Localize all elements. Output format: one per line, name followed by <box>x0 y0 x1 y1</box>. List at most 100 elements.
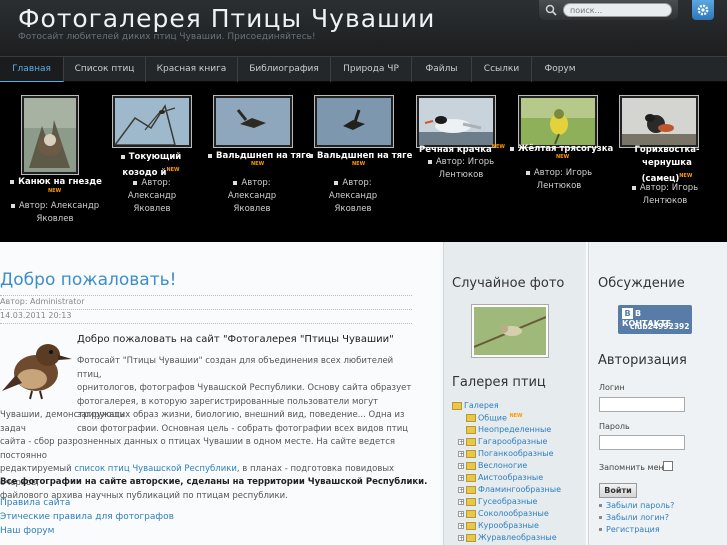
expand-icon[interactable]: + <box>458 450 464 457</box>
bird-illustration <box>2 344 72 400</box>
photo-thumb[interactable] <box>213 95 293 148</box>
nav-links[interactable]: Ссылки <box>472 57 532 82</box>
forgot-login-link[interactable]: Забыли логин? <box>599 513 669 522</box>
expand-icon[interactable]: + <box>458 534 464 541</box>
tree-item[interactable]: + Гусеобразные <box>458 497 537 506</box>
settings-button[interactable] <box>692 0 714 20</box>
rules-link[interactable]: Правила сайта <box>0 498 70 508</box>
expand-icon[interactable]: + <box>458 522 464 529</box>
bullet-icon <box>10 203 15 208</box>
photo-author: Автор: Александр Яковлев <box>227 178 277 214</box>
folder-icon <box>466 461 476 470</box>
register-link[interactable]: Регистрация <box>599 525 660 534</box>
divider <box>0 309 412 310</box>
tree-item[interactable]: + Журавлеобразные <box>458 533 557 542</box>
site-subtitle: Фотосайт любителей диких птиц Чувашии. П… <box>18 32 316 42</box>
tree-item[interactable]: + Аистообразные <box>458 473 543 482</box>
bullet-icon <box>133 180 138 185</box>
search-icon[interactable] <box>544 3 558 17</box>
expand-icon[interactable]: + <box>458 462 464 469</box>
remember-checkbox[interactable] <box>663 461 673 471</box>
photo-title[interactable]: Горихвостка-чернушка (самец)NEW <box>622 144 712 186</box>
photo-author: Автор: Александр Яковлев <box>10 200 100 226</box>
photo-title[interactable]: Канюк на гнезде <box>6 177 106 187</box>
login-button[interactable]: Войти <box>599 483 637 498</box>
folder-icon <box>466 437 476 446</box>
bullet-icon <box>631 185 636 190</box>
bullet-icon <box>233 180 238 185</box>
folder-icon <box>466 414 476 423</box>
nav-home[interactable]: Главная <box>0 57 64 82</box>
photo-thumb[interactable] <box>518 95 598 148</box>
site-title[interactable]: Фотогалерея Птицы Чувашии <box>18 4 435 33</box>
bullet-icon <box>120 154 125 159</box>
bullet-icon <box>599 528 602 531</box>
discussion-title: Обсуждение <box>598 276 685 291</box>
expand-icon[interactable]: + <box>458 510 464 517</box>
tree-item[interactable]: Неопределенные <box>466 425 551 434</box>
forum-link[interactable]: Наш форум <box>0 526 54 536</box>
forgot-password-link[interactable]: Забыли пароль? <box>599 501 674 510</box>
article-author: Автор: Administrator <box>0 297 85 306</box>
site-header: Фотогалерея Птицы Чувашии Фотосайт любит… <box>0 0 727 56</box>
photo-author: Автор: Александр Яковлев <box>127 178 177 214</box>
tree-item[interactable]: + Фламингообразные <box>458 485 561 494</box>
tree-item[interactable]: + Поганкообразные <box>458 449 554 458</box>
search-input[interactable] <box>563 3 672 17</box>
bullet-icon <box>208 153 212 158</box>
main-area: Добро пожаловать! Автор: Administrator 1… <box>0 242 727 545</box>
folder-icon <box>466 473 476 482</box>
divider <box>0 295 412 296</box>
folder-icon <box>466 521 476 530</box>
bullet-icon <box>599 516 602 519</box>
nav-bibliography[interactable]: Библиография <box>238 57 331 82</box>
nav-bird-list[interactable]: Список птиц <box>64 57 146 82</box>
folder-icon <box>466 425 476 434</box>
copyright-note: Все фотографии на сайте авторские, сдела… <box>0 477 428 487</box>
folder-icon <box>466 449 476 458</box>
password-label: Пароль <box>599 422 630 431</box>
photo-title[interactable]: Речная крачкаNEW <box>419 144 505 155</box>
password-field[interactable] <box>599 435 685 450</box>
bird-gallery-title: Галерея птиц <box>452 375 546 390</box>
photo-thumb[interactable] <box>21 95 79 175</box>
photo-title[interactable]: Жёлтая трясогузка <box>510 144 613 154</box>
photo-thumb[interactable] <box>112 95 192 148</box>
tree-item[interactable]: + Гагарообразные <box>458 437 547 446</box>
nav-red-book[interactable]: Красная книга <box>146 57 238 82</box>
folder-icon <box>452 401 462 410</box>
main-nav: Главная Список птиц Красная книга Библио… <box>0 56 727 82</box>
bullet-icon <box>427 159 432 164</box>
photo-title[interactable]: Токующий козодо йNEW <box>103 151 199 180</box>
tree-item[interactable]: + Веслоногие <box>458 461 527 470</box>
new-badge: NEW <box>556 154 570 160</box>
latest-photos-strip: Канюк на гнезде NEW Автор: Александр Яко… <box>0 82 727 242</box>
nav-files[interactable]: Файлы <box>412 57 472 82</box>
login-field[interactable] <box>599 397 685 412</box>
article-title[interactable]: Добро пожаловать! <box>0 270 176 290</box>
photo-title[interactable]: Вальдшнеп на тяге <box>208 151 311 161</box>
nav-nature[interactable]: Природа ЧР <box>331 57 412 82</box>
tree-item[interactable]: + Курообразные <box>458 521 539 530</box>
vk-group-button[interactable]: ВВ КОНТАКТЕ club24992392 <box>618 305 692 334</box>
photo-title[interactable]: Вальдшнеп на тяге <box>309 151 412 161</box>
tree-item[interactable]: Общие NEW <box>466 413 523 423</box>
expand-icon[interactable]: + <box>458 486 464 493</box>
expand-icon[interactable]: + <box>458 498 464 505</box>
photo-thumb[interactable] <box>416 95 496 148</box>
photo-thumb[interactable] <box>619 95 699 148</box>
random-photo-title: Случайное фото <box>452 276 565 291</box>
vk-logo-icon: В <box>622 308 633 319</box>
ethics-link[interactable]: Этические правила для фотографов <box>0 512 174 522</box>
bird-list-link[interactable]: список птиц Чувашской Республики <box>74 464 237 474</box>
bullet-icon <box>510 146 514 151</box>
photo-thumb[interactable] <box>314 95 394 148</box>
remember-label: Запомнить меня <box>599 463 669 472</box>
folder-icon <box>466 533 476 542</box>
expand-icon[interactable]: + <box>458 474 464 481</box>
tree-item[interactable]: + Соколообразные <box>458 509 549 518</box>
nav-forum[interactable]: Форум <box>532 57 588 82</box>
expand-icon[interactable]: + <box>458 438 464 445</box>
tree-root[interactable]: Галерея <box>452 401 499 410</box>
random-photo[interactable] <box>471 304 549 358</box>
